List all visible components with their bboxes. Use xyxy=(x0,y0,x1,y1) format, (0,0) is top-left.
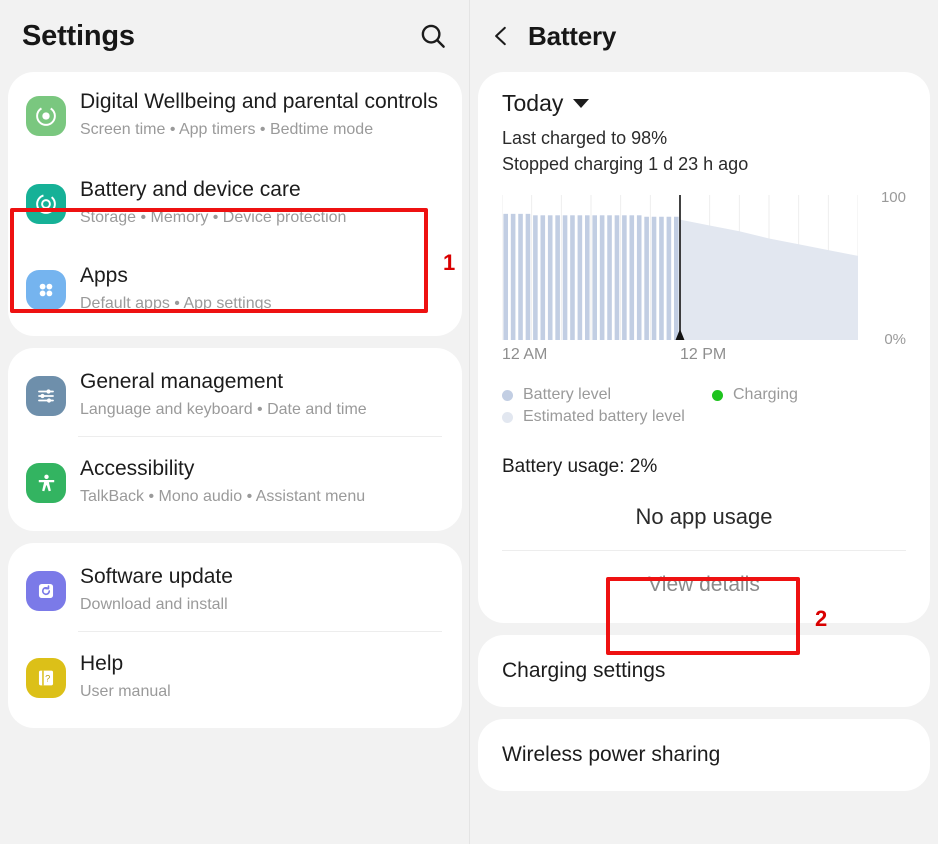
item-subtitle: Storage • Memory • Device protection xyxy=(80,209,347,226)
x-tick-12am: 12 AM xyxy=(502,346,548,363)
item-title: Help xyxy=(80,652,124,675)
stopped-charging-text: Stopped charging 1 d 23 h ago xyxy=(502,154,749,174)
page-title: Settings xyxy=(22,19,135,52)
row-icon-slot xyxy=(24,260,68,310)
sidebar-item-software-update[interactable]: Software update Download and install xyxy=(8,543,462,631)
item-subtitle: User manual xyxy=(80,683,171,700)
sliders-icon xyxy=(26,376,66,416)
item-subtitle: Screen time • App timers • Bedtime mode xyxy=(80,121,374,138)
row-icon-slot xyxy=(24,174,68,224)
period-selector[interactable]: Today xyxy=(478,88,930,125)
legend-label: Battery level xyxy=(523,386,612,403)
chart-legend: Battery level Charging Estimated battery… xyxy=(478,368,930,426)
sidebar-item-general-management[interactable]: General management Language and keyboard… xyxy=(8,348,462,436)
accessibility-person-icon xyxy=(26,463,66,503)
battery-usage-text: Battery usage: 2% xyxy=(502,456,658,477)
sidebar-item-accessibility[interactable]: Accessibility TalkBack • Mono audio • As… xyxy=(8,437,462,531)
battery-device-care-icon xyxy=(26,184,66,224)
charging-settings-label: Charging settings xyxy=(502,659,666,682)
row-text: General management Language and keyboard… xyxy=(68,366,367,422)
item-title: Apps xyxy=(80,264,128,287)
settings-group-2: General management Language and keyboard… xyxy=(8,348,462,531)
last-charged-text: Last charged to 98% xyxy=(502,128,668,148)
battery-summary-card: Today Last charged to 98% Stopped chargi… xyxy=(478,72,930,623)
item-title: Battery and device care xyxy=(80,178,301,201)
chart-svg xyxy=(501,195,859,340)
svg-text:?: ? xyxy=(45,674,50,684)
wireless-power-sharing-label: Wireless power sharing xyxy=(502,743,721,766)
sidebar-item-digital-wellbeing[interactable]: Digital Wellbeing and parental controls … xyxy=(8,72,462,156)
row-icon-slot: ? xyxy=(24,648,68,698)
settings-header: Settings xyxy=(0,0,470,72)
item-title: Digital Wellbeing and parental controls xyxy=(80,90,438,113)
no-app-usage-text: No app usage xyxy=(635,504,773,529)
legend-dot-icon xyxy=(712,389,723,401)
battery-header: Battery xyxy=(470,0,938,72)
item-subtitle: Default apps • App settings xyxy=(80,295,272,312)
annotation-number-1: 1 xyxy=(443,250,456,275)
sidebar-item-battery-device-care[interactable]: Battery and device care Storage • Memory… xyxy=(8,156,462,244)
legend-label: Charging xyxy=(733,386,798,403)
row-icon-slot xyxy=(24,453,68,503)
chart-plot-area xyxy=(501,195,859,340)
charging-settings-card[interactable]: Charging settings xyxy=(478,635,930,707)
row-text: Help User manual xyxy=(68,648,171,704)
row-icon-slot xyxy=(24,366,68,416)
legend-dot-icon xyxy=(502,411,513,423)
settings-panel: Settings Digital Wellbeing and parental … xyxy=(0,0,470,844)
row-text: Apps Default apps • App settings xyxy=(68,260,272,316)
row-text: Software update Download and install xyxy=(68,561,233,617)
y-axis-label-top: 100 xyxy=(880,189,906,206)
item-title: Software update xyxy=(80,565,233,588)
battery-chart: 100 0% xyxy=(501,189,906,348)
legend-charging: Charging xyxy=(712,386,798,404)
software-update-icon xyxy=(26,571,66,611)
legend-dot-icon xyxy=(502,389,513,401)
period-label: Today xyxy=(502,90,564,116)
item-subtitle: Language and keyboard • Date and time xyxy=(80,401,367,418)
legend-battery-level: Battery level xyxy=(502,386,712,404)
battery-panel: Battery Today Last charged to 98% Stoppe… xyxy=(470,0,938,844)
row-text: Battery and device care Storage • Memory… xyxy=(68,174,346,230)
view-details-button[interactable]: View details xyxy=(478,551,930,613)
settings-group-3: Software update Download and install ? H… xyxy=(8,543,462,728)
item-subtitle: TalkBack • Mono audio • Assistant menu xyxy=(80,488,366,505)
legend-estimated-battery-level: Estimated battery level xyxy=(502,408,712,426)
item-title: General management xyxy=(80,370,284,393)
settings-group-1: Digital Wellbeing and parental controls … xyxy=(8,72,462,336)
y-axis-label-bottom: 0% xyxy=(884,331,906,348)
item-title: Accessibility xyxy=(80,457,195,480)
apps-grid-icon xyxy=(26,270,66,310)
digital-wellbeing-icon xyxy=(26,96,66,136)
row-text: Digital Wellbeing and parental controls … xyxy=(68,86,438,142)
row-icon-slot xyxy=(24,561,68,611)
row-text: Accessibility TalkBack • Mono audio • As… xyxy=(68,453,365,509)
chevron-down-icon xyxy=(573,99,590,108)
page-title: Battery xyxy=(528,20,617,51)
item-subtitle: Download and install xyxy=(80,596,228,613)
x-tick-12pm: 12 PM xyxy=(680,346,727,363)
x-axis-labels: 12 AM 12 PM xyxy=(502,346,858,368)
sidebar-item-apps[interactable]: Apps Default apps • App settings xyxy=(8,244,462,336)
wireless-power-sharing-card[interactable]: Wireless power sharing xyxy=(478,719,930,791)
sidebar-item-help[interactable]: ? Help User manual xyxy=(8,632,462,728)
legend-label: Estimated battery level xyxy=(523,408,685,425)
search-icon[interactable] xyxy=(418,21,448,51)
help-manual-icon: ? xyxy=(26,658,66,698)
annotation-number-2: 2 xyxy=(815,606,828,631)
screenshot-root: Settings Digital Wellbeing and parental … xyxy=(0,0,938,844)
row-icon-slot xyxy=(24,86,68,136)
back-chevron-icon[interactable] xyxy=(488,23,528,49)
